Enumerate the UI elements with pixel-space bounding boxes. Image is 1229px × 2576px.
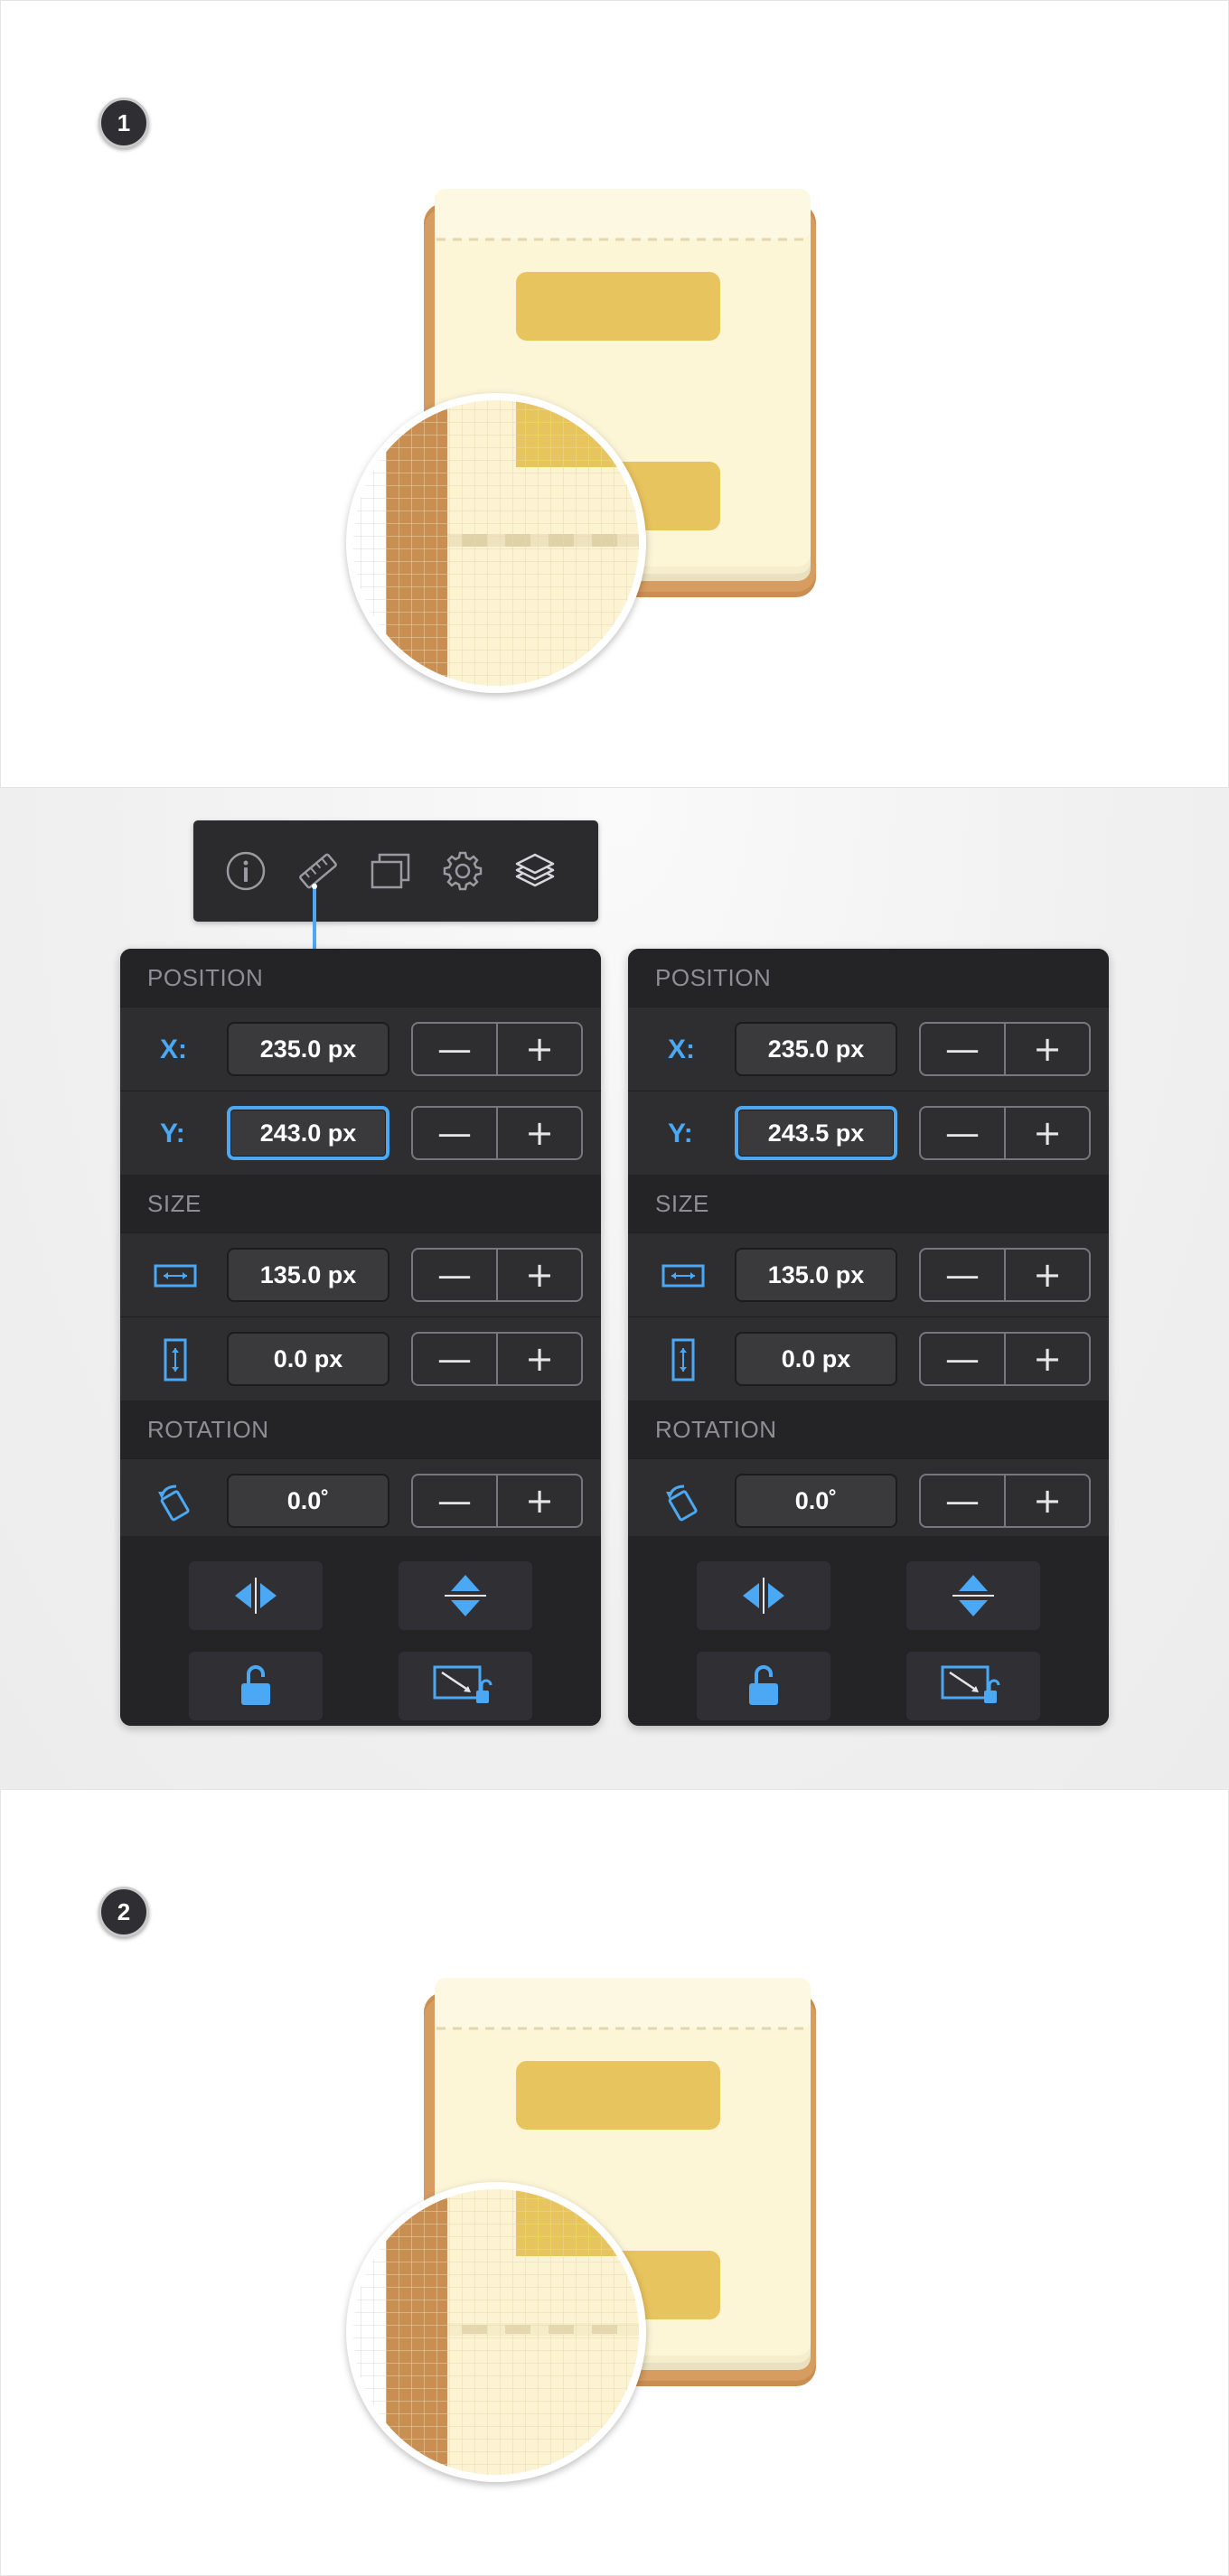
flip-vertical-icon (445, 1575, 486, 1616)
height-field[interactable]: 0.0 px (227, 1332, 389, 1386)
rotation-row: 0.0˚ — + (120, 1458, 601, 1542)
decrement-button[interactable]: — (413, 1250, 496, 1300)
decrement-button[interactable]: — (921, 1024, 1004, 1074)
decrement-button[interactable]: — (413, 1475, 496, 1526)
proportional-scale-icon (433, 1665, 493, 1703)
rotate-icon (158, 1485, 190, 1522)
x-row: X: 235.0 px — + (628, 1007, 1109, 1091)
unlock-icon (749, 1665, 778, 1705)
rotate-icon (666, 1485, 698, 1522)
scale-lock-button[interactable] (906, 1652, 1040, 1720)
y-stepper: — + (411, 1106, 583, 1160)
width-row: 135.0 px — + (628, 1232, 1109, 1316)
scale-lock-button[interactable] (399, 1652, 532, 1720)
unlock-icon (241, 1665, 270, 1705)
decrement-button[interactable]: — (921, 1334, 1004, 1384)
rotation-stepper: — + (919, 1474, 1091, 1528)
decrement-button[interactable]: — (413, 1108, 496, 1158)
rotation-row: 0.0˚ — + (628, 1458, 1109, 1542)
lock-button[interactable] (189, 1652, 323, 1720)
toolbar-connector (312, 884, 317, 949)
flip-vertical-icon (952, 1575, 994, 1616)
layers-icon[interactable] (513, 849, 557, 893)
y-row: Y: 243.5 px — + (628, 1091, 1109, 1175)
y-row: Y: 243.0 px — + (120, 1091, 601, 1175)
rotation-header: ROTATION (120, 1400, 601, 1458)
flip-horizontal-icon (743, 1578, 784, 1614)
height-field[interactable]: 0.0 px (735, 1332, 897, 1386)
x-label: X: (160, 1034, 187, 1064)
rotation-header: ROTATION (628, 1400, 1109, 1458)
height-row: 0.0 px — + (628, 1316, 1109, 1400)
increment-button[interactable]: + (496, 1250, 581, 1300)
x-row: X: 235.0 px — + (120, 1007, 601, 1091)
x-stepper: — + (919, 1022, 1091, 1076)
increment-button[interactable]: + (496, 1024, 581, 1074)
height-icon (164, 1338, 187, 1382)
width-field[interactable]: 135.0 px (735, 1248, 897, 1302)
size-header: SIZE (628, 1175, 1109, 1232)
increment-button[interactable]: + (496, 1108, 581, 1158)
notebook-illustration (346, 189, 816, 693)
y-field[interactable]: 243.0 px (227, 1106, 389, 1160)
width-stepper: — + (411, 1248, 583, 1302)
width-icon (154, 1264, 197, 1288)
y-stepper: — + (919, 1106, 1091, 1160)
decrement-button[interactable]: — (413, 1334, 496, 1384)
width-row: 135.0 px — + (120, 1232, 601, 1316)
rotation-field[interactable]: 0.0˚ (735, 1474, 897, 1528)
y-label: Y: (160, 1118, 185, 1148)
action-area (120, 1536, 601, 1726)
flip-horizontal-button[interactable] (189, 1561, 323, 1630)
increment-button[interactable]: + (1004, 1024, 1089, 1074)
flip-vertical-button[interactable] (906, 1561, 1040, 1630)
size-header: SIZE (120, 1175, 601, 1232)
increment-button[interactable]: + (1004, 1475, 1089, 1526)
position-header: POSITION (628, 949, 1109, 1007)
width-icon (661, 1264, 705, 1288)
x-stepper: — + (411, 1022, 583, 1076)
flip-horizontal-button[interactable] (697, 1561, 830, 1630)
x-label: X: (668, 1034, 695, 1064)
inspector-toolbar (193, 820, 598, 922)
notebook-illustration (346, 1978, 816, 2482)
gear-icon[interactable] (441, 849, 484, 893)
y-label: Y: (668, 1118, 693, 1148)
width-stepper: — + (919, 1248, 1091, 1302)
y-field[interactable]: 243.5 px (735, 1106, 897, 1160)
x-field[interactable]: 235.0 px (735, 1022, 897, 1076)
height-stepper: — + (919, 1332, 1091, 1386)
height-icon (671, 1338, 695, 1382)
step-1-badge: 1 (99, 98, 149, 148)
height-stepper: — + (411, 1332, 583, 1386)
decrement-button[interactable]: — (921, 1250, 1004, 1300)
increment-button[interactable]: + (496, 1475, 581, 1526)
inspector-panel-left: POSITION X: 235.0 px — + Y: 243.0 px — +… (120, 949, 601, 1726)
decrement-button[interactable]: — (921, 1475, 1004, 1526)
increment-button[interactable]: + (1004, 1334, 1089, 1384)
flip-horizontal-icon (235, 1578, 277, 1614)
position-header: POSITION (120, 949, 601, 1007)
decrement-button[interactable]: — (921, 1108, 1004, 1158)
increment-button[interactable]: + (1004, 1108, 1089, 1158)
artboards-icon[interactable] (369, 849, 412, 893)
inspector-panel-right: POSITION X: 235.0 px — + Y: 243.5 px — +… (628, 949, 1109, 1726)
step-2-section: 2 (0, 1789, 1229, 2576)
info-icon[interactable] (224, 849, 267, 893)
action-area (628, 1536, 1109, 1726)
lock-button[interactable] (697, 1652, 830, 1720)
inspector-section: POSITION X: 235.0 px — + Y: 243.0 px — +… (0, 788, 1229, 1789)
width-field[interactable]: 135.0 px (227, 1248, 389, 1302)
x-field[interactable]: 235.0 px (227, 1022, 389, 1076)
proportional-scale-icon (941, 1665, 1000, 1703)
decrement-button[interactable]: — (413, 1024, 496, 1074)
step-2-badge: 2 (99, 1887, 149, 1937)
height-row: 0.0 px — + (120, 1316, 601, 1400)
increment-button[interactable]: + (496, 1334, 581, 1384)
flip-vertical-button[interactable] (399, 1561, 532, 1630)
rotation-field[interactable]: 0.0˚ (227, 1474, 389, 1528)
rotation-stepper: — + (411, 1474, 583, 1528)
increment-button[interactable]: + (1004, 1250, 1089, 1300)
step-1-section: 1 (0, 0, 1229, 788)
